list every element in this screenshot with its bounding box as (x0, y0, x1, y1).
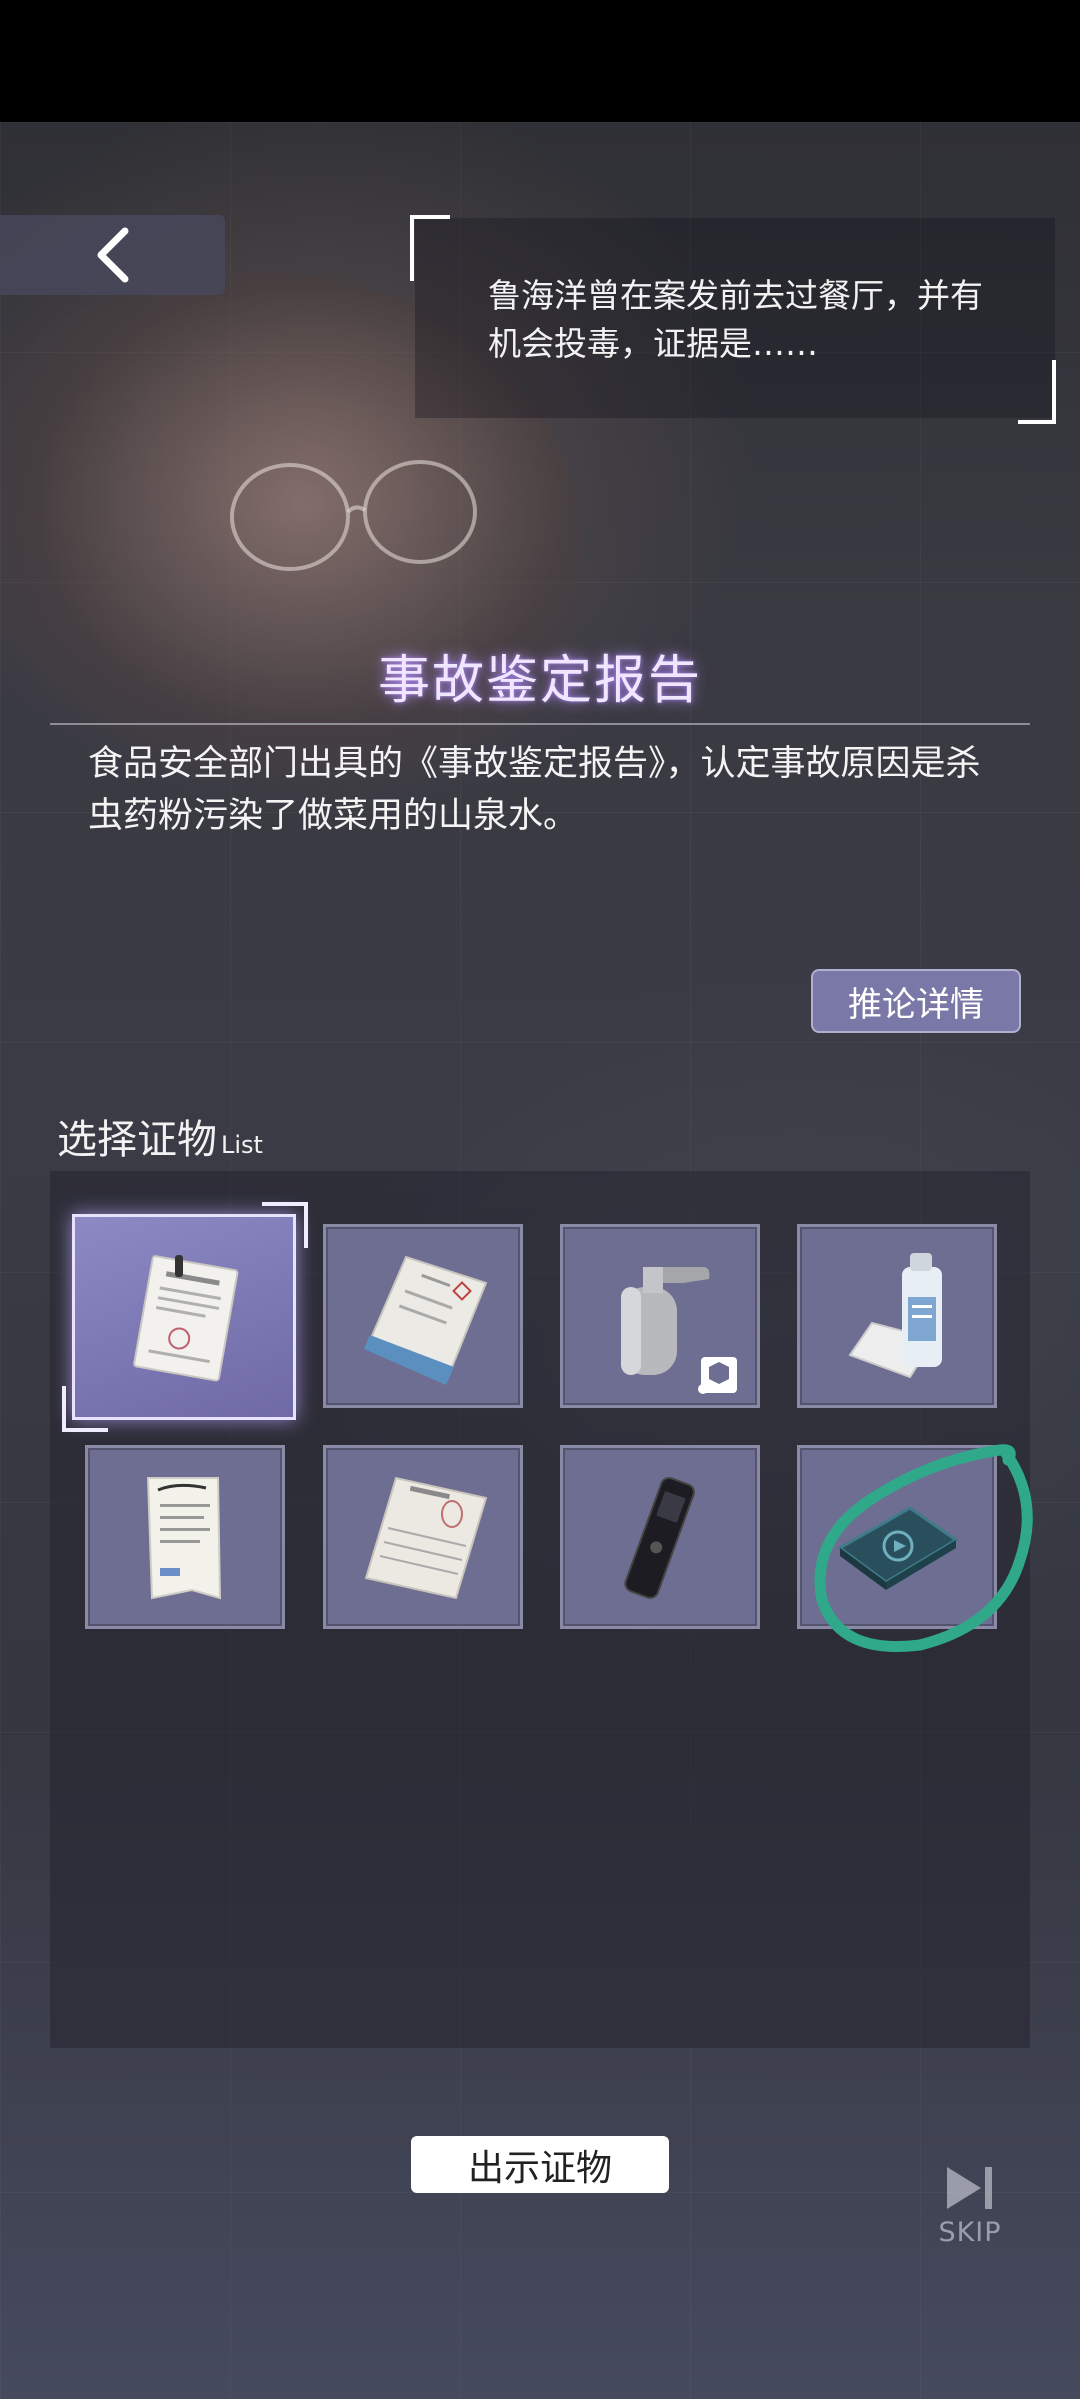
hint-bracket-bottom-right (1018, 360, 1056, 424)
selection-corner-top-right (262, 1202, 308, 1248)
green-circle-mark (814, 1444, 1033, 1653)
hint-bracket-top-left (410, 215, 450, 281)
chevron-left-icon (97, 227, 128, 283)
soap-dispenser-icon (621, 1267, 737, 1394)
evidence-slot-5[interactable] (85, 1445, 285, 1629)
evidence-list-title-text: 选择证物 (57, 1117, 217, 1163)
evidence-title: 事故鉴定报告 (377, 651, 702, 711)
selection-corner-bottom-left (62, 1386, 108, 1432)
evidence-slot-2[interactable] (323, 1224, 523, 1408)
title-divider (50, 723, 1030, 725)
evidence-description: 食品安全部门出具的《事故鉴定报告》，认定事故原因是杀虫药粉污染了做菜用的山泉水。 (88, 744, 981, 836)
fingerprint-record-icon (364, 1476, 488, 1600)
reasoning-detail-button[interactable]: 推论详情 (811, 969, 1021, 1033)
skip-button[interactable]: SKIP (930, 2165, 1010, 2248)
hint-text: 鲁海洋曾在案发前去过餐厅，并有机会投毒，证据是…… (488, 276, 983, 363)
evidence-slot-7[interactable] (560, 1445, 760, 1629)
back-button[interactable] (0, 215, 225, 295)
cube-icon (698, 1357, 737, 1394)
open-file-folder-icon (364, 1255, 488, 1385)
present-evidence-button[interactable]: 出示证物 (411, 2136, 669, 2193)
evidence-list-title: 选择证物 List (57, 1107, 263, 1165)
character-glasses (230, 460, 477, 571)
evidence-slot-6[interactable] (323, 1445, 523, 1629)
skip-forward-icon (947, 2167, 992, 2209)
skip-label: SKIP (938, 2217, 1002, 2248)
receipt-icon (146, 1477, 222, 1600)
evidence-list-subtitle: List (221, 1131, 263, 1159)
evidence-slot-3[interactable] (560, 1224, 760, 1408)
evidence-slot-4[interactable] (797, 1224, 997, 1408)
pesticide-bottle-icon (848, 1253, 942, 1379)
voice-recorder-icon (624, 1476, 695, 1599)
